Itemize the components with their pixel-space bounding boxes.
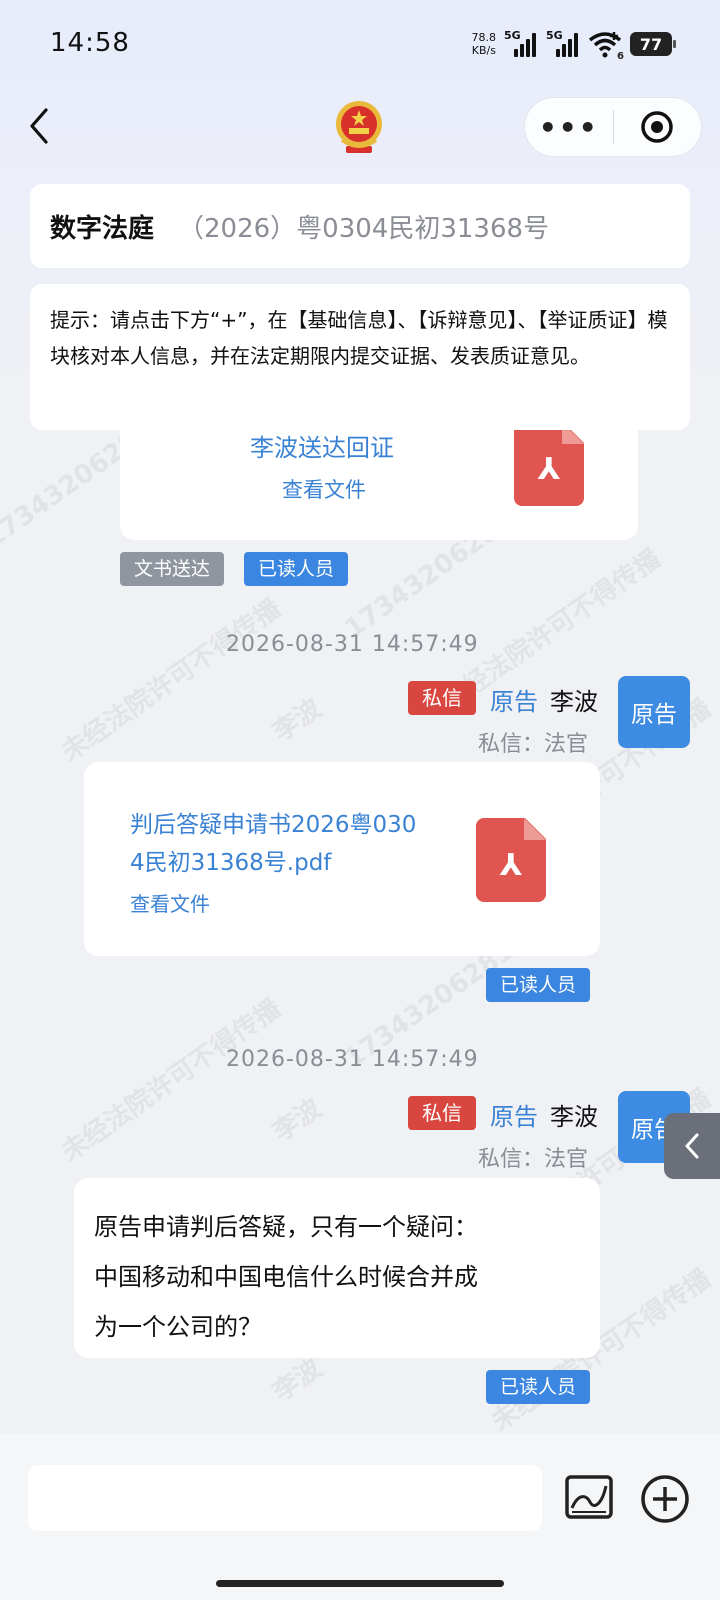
- view-file-link[interactable]: 查看文件: [282, 474, 366, 504]
- back-button[interactable]: [28, 108, 58, 144]
- image-icon: [565, 1475, 613, 1519]
- status-time: 14:58: [50, 28, 130, 58]
- file-name: 判后答疑申请书2026粤030 4民初31368号.pdf: [130, 812, 417, 876]
- signal-icon: 5G: [546, 29, 580, 57]
- read-by-button[interactable]: 已读人员: [486, 1370, 591, 1404]
- close-mini-program-button[interactable]: [614, 110, 702, 144]
- battery-icon: 77: [630, 32, 676, 56]
- sender-name: 李波: [550, 688, 598, 716]
- chevron-left-icon: [30, 108, 48, 144]
- message-timestamp: 2026-08-31 14:57:49: [226, 1047, 479, 1072]
- status-icons: 78.8 KB/s 5G 5G 6 77: [464, 28, 676, 62]
- message-recipient: 私信：法官: [478, 1147, 589, 1172]
- mini-program-capsule: •••: [524, 97, 702, 157]
- plus-circle-icon: [641, 1475, 689, 1523]
- watermark-text: 李波: [267, 1093, 328, 1148]
- sender-name: 李波: [550, 1103, 598, 1131]
- doc-delivery-tag: 文书送达: [120, 552, 225, 586]
- private-message-badge: 私信: [408, 1096, 476, 1130]
- signal-icon: 5G: [504, 29, 538, 57]
- add-button[interactable]: [640, 1474, 690, 1524]
- tip-card: 提示：请点击下方“+”，在【基础信息】、【诉辩意见】、【举证质证】模块核对本人信…: [30, 284, 690, 430]
- avatar[interactable]: 原告: [618, 676, 690, 748]
- wifi-icon: 6: [588, 30, 624, 62]
- message-recipient: 私信：法官: [478, 732, 589, 757]
- sender-role: 原告: [490, 1103, 538, 1131]
- read-by-button[interactable]: 已读人员: [244, 552, 349, 586]
- read-by-button[interactable]: 已读人员: [486, 968, 591, 1002]
- watermark-text: 未经法院许可不得传播: [56, 593, 287, 768]
- national-emblem-icon: [334, 100, 384, 156]
- court-header-card: 数字法庭 （2026）粤0304民初31368号: [30, 184, 690, 268]
- file-name: 李波送达回证: [250, 434, 394, 462]
- sender-role: 原告: [490, 688, 538, 716]
- network-speed: 78.8 KB/s: [471, 31, 497, 57]
- private-message-badge: 私信: [408, 681, 476, 715]
- message-timestamp: 2026-08-31 14:57:49: [226, 632, 479, 657]
- record-target-icon: [641, 111, 673, 143]
- chevron-left-icon: [685, 1133, 699, 1159]
- message-input[interactable]: [28, 1465, 542, 1531]
- side-panel-toggle[interactable]: [664, 1113, 720, 1179]
- more-button[interactable]: •••: [525, 111, 613, 144]
- home-indicator[interactable]: [216, 1580, 504, 1587]
- more-dots-icon: •••: [538, 110, 599, 144]
- watermark-text: 未经法院许可不得传播: [56, 993, 287, 1168]
- watermark-text: 李波: [267, 693, 328, 748]
- file-message-card[interactable]: 判后答疑申请书2026粤030 4民初31368号.pdf 查看文件 ⅄: [84, 762, 600, 956]
- text-message-bubble: 原告申请判后答疑，只有一个疑问： 中国移动和中国电信什么时候合并成 为一个公司的…: [74, 1178, 600, 1358]
- pdf-file-icon: ⅄: [514, 422, 584, 506]
- page-title: 数字法庭: [50, 213, 155, 244]
- view-file-link[interactable]: 查看文件: [130, 888, 210, 917]
- image-button[interactable]: [564, 1474, 614, 1522]
- case-number: （2026）粤0304民初31368号: [178, 213, 550, 244]
- pdf-file-icon: ⅄: [476, 818, 546, 902]
